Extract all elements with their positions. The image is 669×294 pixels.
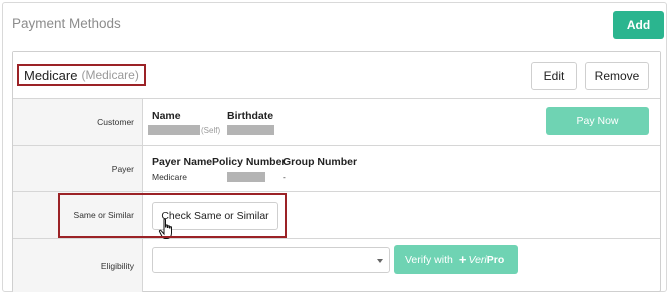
card-header: Medicare (Medicare) Edit Remove <box>13 52 660 99</box>
payment-method-card: Medicare (Medicare) Edit Remove Customer… <box>12 51 661 292</box>
plus-icon: + <box>458 252 467 267</box>
add-button[interactable]: Add <box>613 11 664 39</box>
customer-row: Customer Name Birthdate (Self) Pay Now <box>13 99 660 146</box>
caret-down-icon <box>377 259 383 263</box>
verify-label: Verify with <box>405 253 453 266</box>
group-number-header: Group Number <box>283 156 358 168</box>
birthdate-header: Birthdate <box>227 110 274 122</box>
group-number-value: - <box>283 172 286 182</box>
card-title-highlight: Medicare (Medicare) <box>17 64 146 86</box>
pay-now-button[interactable]: Pay Now <box>546 107 649 135</box>
name-redacted <box>148 125 200 135</box>
birthdate-redacted <box>227 125 274 135</box>
remove-button[interactable]: Remove <box>585 62 649 90</box>
payer-name-value: Medicare <box>152 172 187 182</box>
policy-number-header: Policy Number <box>212 156 286 168</box>
same-or-similar-label: Same or Similar <box>13 192 143 238</box>
card-subtitle: (Medicare) <box>81 68 139 82</box>
same-or-similar-row: Same or Similar Check Same or Similar <box>13 192 660 239</box>
customer-label: Customer <box>13 99 143 145</box>
hand-pointer-icon <box>158 218 172 239</box>
payer-name-header: Payer Name <box>152 156 213 168</box>
edit-button[interactable]: Edit <box>531 62 577 90</box>
self-tag: (Self) <box>201 126 221 135</box>
policy-number-redacted <box>227 172 265 182</box>
payer-label: Payer <box>13 146 143 191</box>
payer-row: Payer Payer Name Policy Number Group Num… <box>13 146 660 192</box>
eligibility-row: Eligibility Verify with + Veri Pro <box>13 239 660 292</box>
panel-title: Payment Methods <box>12 16 121 31</box>
card-title: Medicare <box>24 67 78 83</box>
veripro-logo: + Veri Pro <box>458 252 505 267</box>
name-header: Name <box>152 110 181 122</box>
verify-with-veripro-button[interactable]: Verify with + Veri Pro <box>394 245 518 274</box>
payment-methods-panel: Payment Methods Add Medicare (Medicare) … <box>2 2 667 292</box>
eligibility-label: Eligibility <box>13 239 143 292</box>
eligibility-select[interactable] <box>152 247 390 273</box>
